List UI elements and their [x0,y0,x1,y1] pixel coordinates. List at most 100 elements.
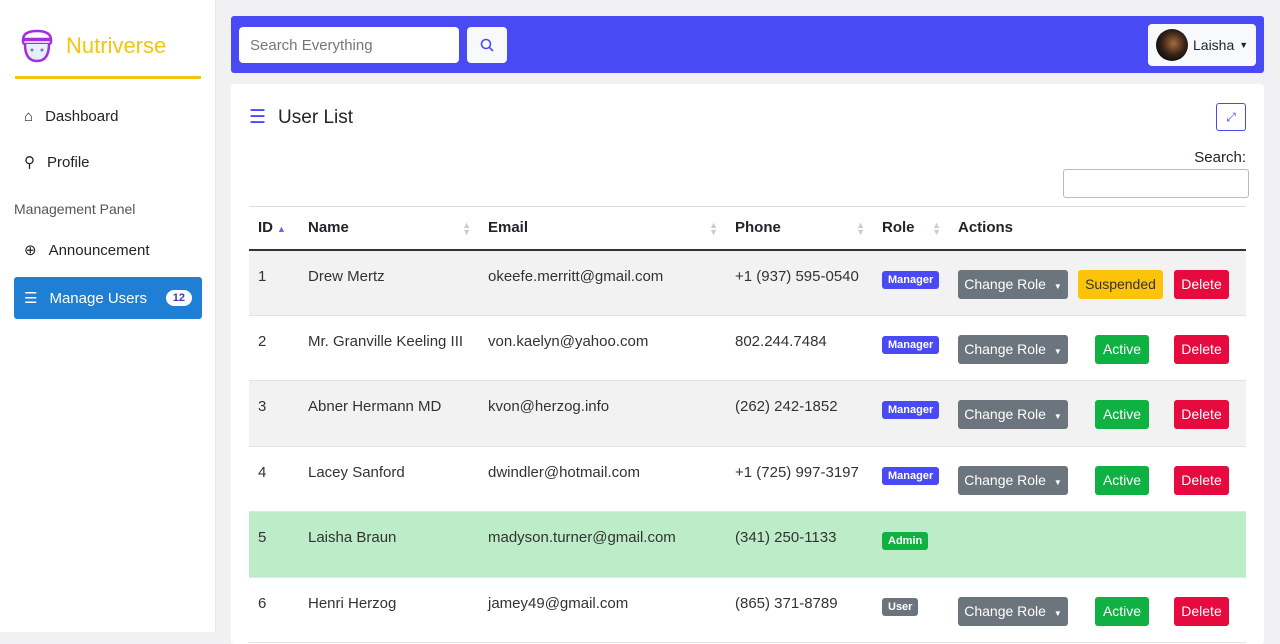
column-header[interactable]: Phone ▲ ▼ [726,206,873,251]
cell-email: madyson.turner@gmail.com [479,511,726,578]
phone-text: 802.244.7484 [735,332,827,350]
status-button[interactable]: Active [1095,334,1149,364]
id-text: 4 [258,463,267,481]
cell-email: jamey49@gmail.com [479,577,726,643]
phone-text: (262) 242-1852 [735,398,838,415]
change-role-button[interactable]: Change Role ▼ [958,269,1068,299]
sort-icon: ▲ ▼ [709,220,718,237]
cell-actions: Change Role ▼ Active Delete [949,380,1246,447]
delete-button[interactable]: Delete [1174,269,1229,299]
status-button[interactable]: Suspended [1078,269,1163,299]
header-label: Actions [958,219,1014,237]
cell-email: kvon@herzog.info [479,380,726,447]
sidebar-item-label: Dashboard [45,107,119,125]
name-text: Abner Hermann MD [308,398,442,415]
page-title: User List [278,106,354,128]
status-button[interactable]: Active [1095,465,1149,495]
search-button[interactable] [467,27,507,63]
section-label: Management Panel [14,201,136,217]
brand-name: Nutriverse [66,33,167,58]
header-label: Role [882,219,915,237]
expand-button[interactable]: ⤢ [1216,103,1246,131]
id-text: 2 [258,332,267,350]
email-text: kvon@herzog.info [488,398,610,415]
change-role-button[interactable]: Change Role ▼ [958,400,1068,429]
cell-actions: Change Role ▼ Active Delete [949,577,1246,643]
table-search-input[interactable] [1063,169,1249,198]
cell-actions: Change Role ▼ Suspended Delete [949,249,1246,316]
cell-phone: +1 (725) 997-3197 [726,446,873,512]
phone-text: (865) 371-8789 [735,594,838,612]
cell-role: User [873,577,949,643]
header-label: ID [258,219,273,237]
phone-text: (341) 250-1133 [735,529,837,546]
sidebar-item-label: Manage Users [49,289,147,307]
brand[interactable]: Nutriverse [18,28,166,64]
cell-id: 3 [249,380,299,447]
status-button[interactable]: Active [1095,400,1149,429]
logo-icon [21,29,53,63]
user-list-card: ☰ User List ⤢ Search: ID ▲ Name ▲ ▼ Email ▲ ▼ Pho… [231,84,1264,644]
role-badge: User [882,597,919,616]
change-role-button[interactable]: Change Role ▼ [958,596,1068,626]
user-menu[interactable]: Laisha ▼ [1148,24,1256,66]
cell-role: Manager [873,380,949,447]
role-badge: Admin [882,532,929,550]
status-button[interactable]: Active [1095,596,1149,626]
home-icon: ⌂ [24,107,34,125]
count-badge: 12 [165,290,192,306]
column-header[interactable]: ID ▲ [249,206,299,251]
email-text: von.kaelyn@yahoo.com [488,332,649,350]
header-label: Name [308,219,349,237]
cell-email: dwindler@hotmail.com [479,446,726,512]
sort-icon: ▲ ▼ [462,220,471,237]
topbar: Search Everything Laisha ▼ [231,16,1264,73]
sidebar-item-dashboard[interactable]: ⌂ Dashboard [14,95,202,137]
name-text: Drew Mertz [308,267,385,285]
sort-asc-icon: ▲ [277,224,286,235]
cell-id: 2 [249,315,299,381]
id-text: 6 [258,594,267,612]
role-badge: Manager [882,335,940,354]
delete-button[interactable]: Delete [1174,400,1229,429]
name-text: Laisha Braun [308,529,397,546]
cell-name: Mr. Granville Keeling III [299,315,479,381]
cell-phone: (865) 371-8789 [726,577,873,643]
delete-button[interactable]: Delete [1174,334,1229,364]
expand-icon: ⤢ [1226,109,1236,124]
id-text: 3 [258,398,267,415]
column-header[interactable]: Role ▲ ▼ [873,206,949,251]
cell-id: 1 [249,249,299,316]
cell-name: Henri Herzog [299,577,479,643]
caret-down-icon: ▼ [1053,281,1062,291]
header-label: Phone [735,219,781,237]
table-row: 1 Drew Mertz okeefe.merritt@gmail.com +1 (9… [249,249,1246,316]
change-role-button[interactable]: Change Role ▼ [958,465,1068,495]
email-text: jamey49@gmail.com [488,594,629,612]
table-row: 5 Laisha Braun madyson.turner@gmail.com (34… [249,511,1246,578]
sidebar: Nutriverse ⌂ Dashboard ⚲ Profile Managemen… [0,0,216,632]
list-icon: ☰ [24,290,38,307]
email-text: okeefe.merritt@gmail.com [488,267,664,285]
cell-phone: (341) 250-1133 [726,511,873,578]
search-input[interactable]: Search Everything [239,27,459,63]
cell-id: 6 [249,577,299,643]
brand-divider [15,76,201,79]
name-text: Mr. Granville Keeling III [308,332,464,350]
change-role-button[interactable]: Change Role ▼ [958,334,1068,364]
delete-button[interactable]: Delete [1174,596,1229,626]
sidebar-item-announcement[interactable]: ⊕ Announcement [14,229,202,271]
table-row: 3 Abner Hermann MD kvon@herzog.info (262) 2… [249,380,1246,447]
column-header[interactable]: Email ▲ ▼ [479,206,726,251]
cell-name: Laisha Braun [299,511,479,578]
user-icon: ⚲ [24,154,35,171]
sidebar-item-manage-users[interactable]: ☰ Manage Users 12 [14,277,202,319]
cell-name: Drew Mertz [299,249,479,316]
column-header[interactable]: Name ▲ ▼ [299,206,479,251]
sidebar-item-label: Announcement [48,241,150,259]
caret-down-icon: ▼ [1053,477,1062,487]
name-text: Lacey Sanford [308,463,405,481]
sidebar-item-profile[interactable]: ⚲ Profile [14,141,202,183]
email-text: madyson.turner@gmail.com [488,529,676,546]
delete-button[interactable]: Delete [1174,465,1229,495]
